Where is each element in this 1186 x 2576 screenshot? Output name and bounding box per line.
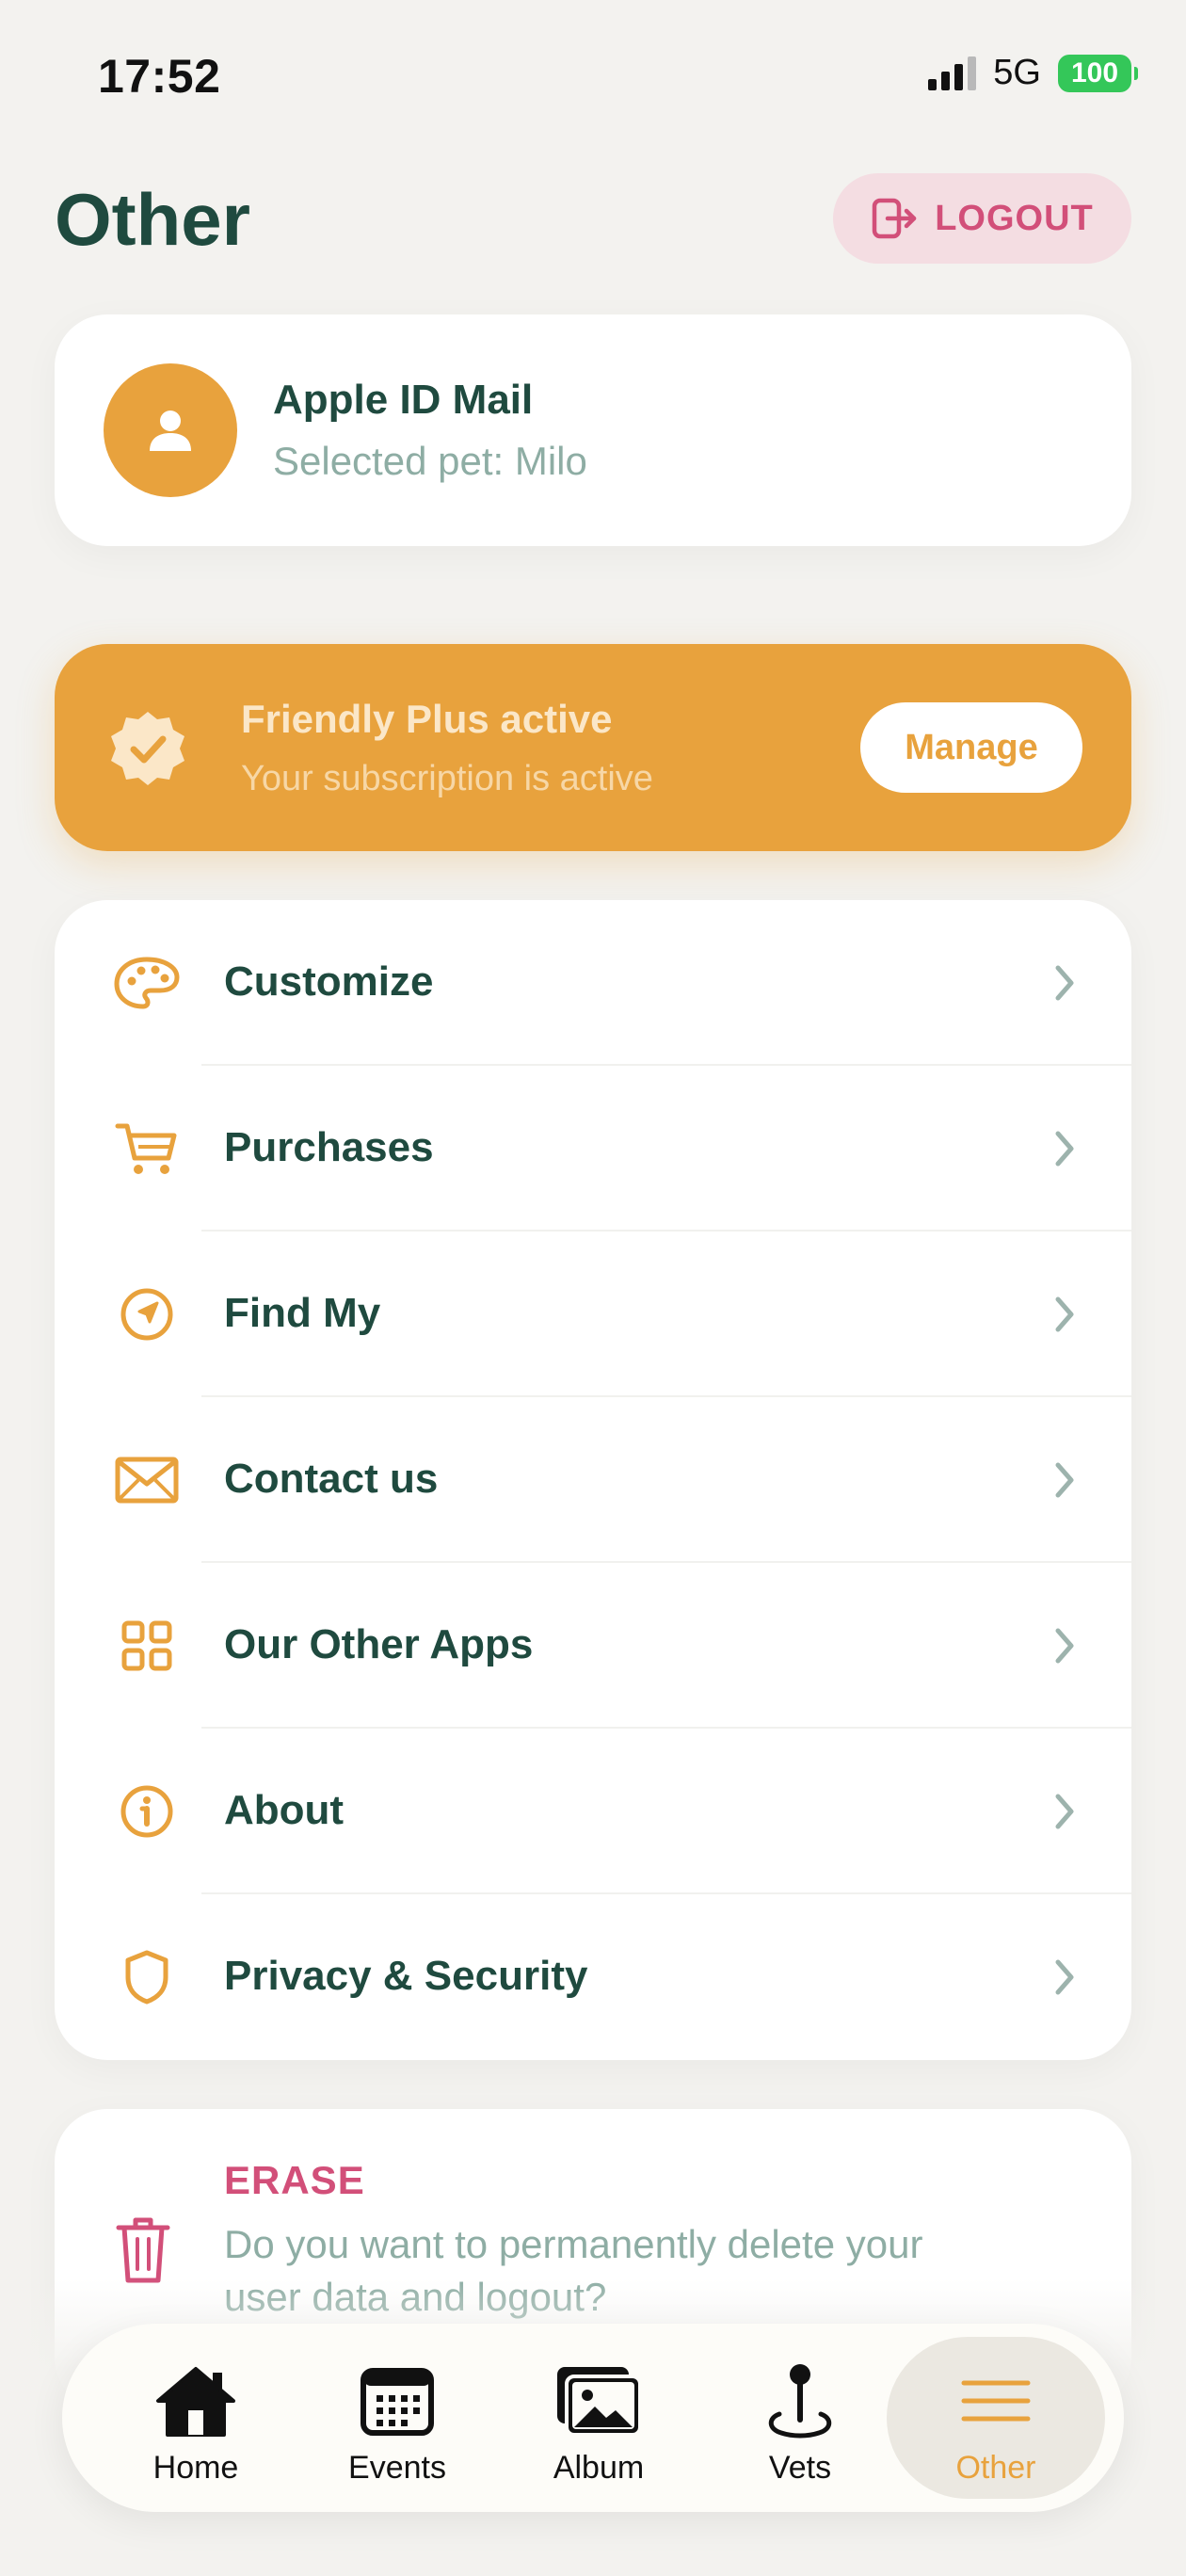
subscription-title: Friendly Plus active [241, 697, 613, 741]
tab-label: Other [955, 2450, 1036, 2486]
tab-bar: Home Events Album Vets Other [62, 2324, 1124, 2512]
tab-label: Vets [768, 2450, 832, 2486]
menu-item-contact-us[interactable]: Contact us [55, 1397, 1131, 1563]
chevron-right-icon [1055, 1794, 1074, 1829]
menu-item-label: About [224, 1787, 345, 1833]
erase-title: ERASE [224, 2158, 365, 2202]
user-icon [150, 411, 191, 451]
chevron-right-icon [1055, 1628, 1074, 1664]
signal-icon [928, 56, 977, 90]
chevron-right-icon [1055, 1959, 1074, 1995]
envelope-icon [111, 1450, 183, 1510]
menu-item-about[interactable]: About [55, 1729, 1131, 1894]
chevron-right-icon [1055, 1296, 1074, 1332]
page-title: Other [55, 178, 251, 261]
menu-item-label: Find My [224, 1290, 381, 1336]
tab-label: Events [348, 2450, 446, 2486]
tab-vets[interactable]: Vets [691, 2337, 909, 2499]
menu-icon [951, 2361, 1041, 2440]
status-time: 17:52 [98, 50, 221, 103]
menu-item-purchases[interactable]: Purchases [55, 1066, 1131, 1232]
menu-item-label: Contact us [224, 1456, 439, 1502]
tab-label: Home [152, 2450, 239, 2486]
location-arrow-icon [111, 1284, 183, 1344]
menu-item-find-my[interactable]: Find My [55, 1232, 1131, 1397]
menu-item-label: Customize [224, 958, 434, 1005]
logout-label: LOGOUT [935, 198, 1094, 238]
cart-icon [111, 1119, 183, 1179]
photos-icon [553, 2361, 644, 2440]
menu-item-label: Our Other Apps [224, 1621, 534, 1667]
trash-icon [116, 2217, 170, 2283]
tab-album[interactable]: Album [489, 2337, 708, 2499]
status-bar: 17:52 5G 100 [0, 0, 1186, 151]
map-pin-icon [755, 2361, 845, 2440]
chevron-right-icon [1055, 1462, 1074, 1498]
shield-icon [111, 1947, 183, 2007]
status-indicators: 5G 100 [928, 53, 1138, 93]
menu-item-customize[interactable]: Customize [55, 900, 1131, 1066]
menu-item-label: Purchases [224, 1124, 434, 1170]
tab-home[interactable]: Home [87, 2337, 305, 2499]
info-icon [111, 1781, 183, 1842]
selected-pet: Selected pet: Milo [273, 439, 587, 483]
home-icon [151, 2361, 241, 2440]
menu-item-other-apps[interactable]: Our Other Apps [55, 1563, 1131, 1729]
verified-badge-icon [111, 712, 184, 785]
network-type: 5G [993, 53, 1041, 92]
subscription-text: Your subscription is active [241, 759, 653, 798]
tab-events[interactable]: Events [288, 2337, 506, 2499]
subscription-banner: Friendly Plus active Your subscription i… [55, 644, 1131, 851]
avatar [104, 363, 237, 497]
battery-level: 100 [1070, 56, 1119, 89]
chevron-right-icon [1055, 1131, 1074, 1167]
manage-subscription-button[interactable]: Manage [860, 702, 1082, 793]
chevron-right-icon [1055, 965, 1074, 1001]
grid-icon [111, 1616, 183, 1676]
battery-icon: 100 [1058, 54, 1138, 92]
tab-other[interactable]: Other [887, 2337, 1105, 2499]
profile-name: Apple ID Mail [273, 377, 534, 423]
menu-item-label: Privacy & Security [224, 1953, 588, 1999]
menu-item-privacy-security[interactable]: Privacy & Security [55, 1894, 1131, 2060]
logout-button[interactable]: LOGOUT [833, 173, 1131, 264]
profile-card[interactable]: Apple ID Mail Selected pet: Milo [55, 314, 1131, 546]
palette-icon [111, 953, 183, 1013]
calendar-icon [352, 2361, 442, 2440]
tab-label: Album [553, 2450, 645, 2486]
logout-icon [872, 198, 917, 239]
settings-menu: Customize Purchases Find My Contact us O… [55, 900, 1131, 2060]
